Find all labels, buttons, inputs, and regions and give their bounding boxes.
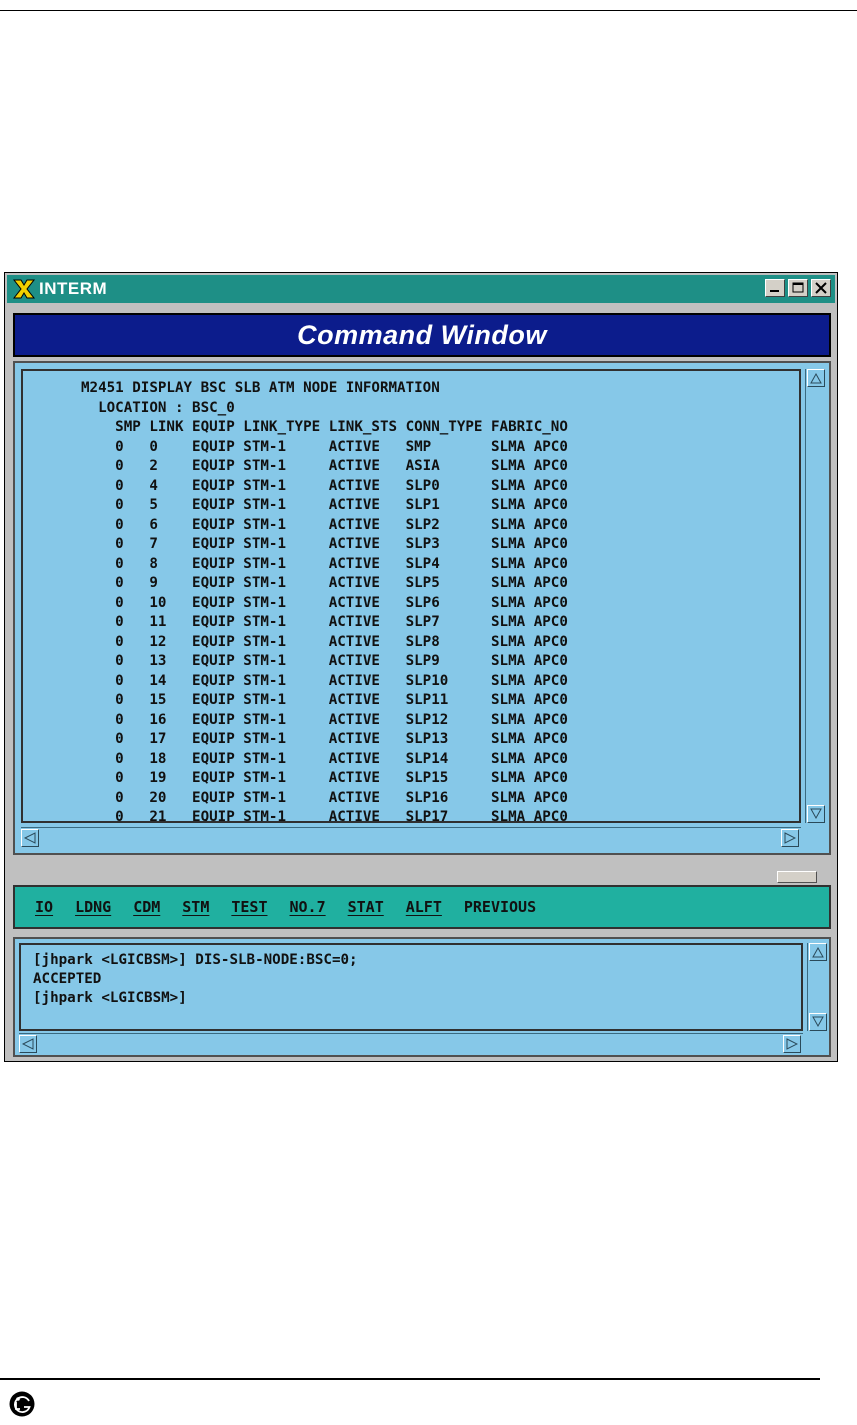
output-vertical-scrollbar[interactable]	[805, 369, 825, 823]
maximize-button[interactable]	[788, 279, 808, 297]
menu-item-alft[interactable]: ALFT	[406, 898, 442, 916]
close-button[interactable]	[811, 279, 831, 297]
menu-item-stat[interactable]: STAT	[348, 898, 384, 916]
scroll-up-button[interactable]	[807, 369, 825, 387]
pane-resize-handle[interactable]	[777, 871, 817, 883]
minimize-icon	[770, 290, 779, 292]
arrow-right-icon	[786, 1038, 798, 1050]
title-bar[interactable]: INTERM	[7, 275, 835, 303]
console-scroll-left-button[interactable]	[19, 1035, 37, 1053]
lg-logo-icon	[9, 1391, 35, 1417]
menu-item-stm[interactable]: STM	[182, 898, 209, 916]
console-text: [jhpark <LGICBSM>] DIS-SLB-NODE:BSC=0; A…	[33, 952, 358, 1006]
console-panel: [jhpark <LGICBSM>] DIS-SLB-NODE:BSC=0; A…	[13, 937, 831, 1057]
menu-item-no7[interactable]: NO.7	[290, 898, 326, 916]
console-scroll-right-button[interactable]	[783, 1035, 801, 1053]
command-window-title: Command Window	[297, 319, 547, 350]
scroll-left-button[interactable]	[21, 829, 39, 847]
interm-window: INTERM Command Window M2451 DISPLAY BSC …	[4, 272, 838, 1062]
page-top-rule	[0, 10, 857, 11]
menu-item-previous[interactable]: PREVIOUS	[464, 898, 536, 916]
output-horizontal-scrollbar[interactable]	[21, 827, 801, 847]
x-logo-icon	[12, 279, 36, 299]
window-title: INTERM	[39, 279, 108, 298]
output-text-area[interactable]: M2451 DISPLAY BSC SLB ATM NODE INFORMATI…	[21, 369, 801, 823]
menu-item-test[interactable]: TEST	[231, 898, 267, 916]
arrow-right-icon	[784, 832, 796, 844]
console-horizontal-scrollbar[interactable]	[19, 1033, 803, 1053]
console-vertical-scrollbar[interactable]	[807, 943, 827, 1031]
menu-item-cdm[interactable]: CDM	[133, 898, 160, 916]
console-scroll-up-button[interactable]	[809, 943, 827, 961]
output-panel: M2451 DISPLAY BSC SLB ATM NODE INFORMATI…	[13, 361, 831, 855]
arrow-down-icon	[812, 1016, 824, 1028]
command-menu-bar: IO LDNG CDM STM TEST NO.7 STAT ALFT PREV…	[13, 885, 831, 929]
console-text-area[interactable]: [jhpark <LGICBSM>] DIS-SLB-NODE:BSC=0; A…	[19, 943, 803, 1031]
page-bottom-rule	[0, 1378, 820, 1380]
close-icon	[815, 282, 827, 294]
arrow-up-icon	[810, 372, 822, 384]
command-window-header: Command Window	[13, 313, 831, 357]
minimize-button[interactable]	[765, 279, 785, 297]
menu-item-io[interactable]: IO	[35, 898, 53, 916]
arrow-up-icon	[812, 946, 824, 958]
scroll-right-button[interactable]	[781, 829, 799, 847]
menu-item-ldng[interactable]: LDNG	[75, 898, 111, 916]
maximize-icon	[792, 282, 804, 293]
console-scroll-down-button[interactable]	[809, 1013, 827, 1031]
output-text: M2451 DISPLAY BSC SLB ATM NODE INFORMATI…	[81, 380, 568, 823]
arrow-left-icon	[24, 832, 36, 844]
scroll-down-button[interactable]	[807, 805, 825, 823]
arrow-down-icon	[810, 808, 822, 820]
arrow-left-icon	[22, 1038, 34, 1050]
